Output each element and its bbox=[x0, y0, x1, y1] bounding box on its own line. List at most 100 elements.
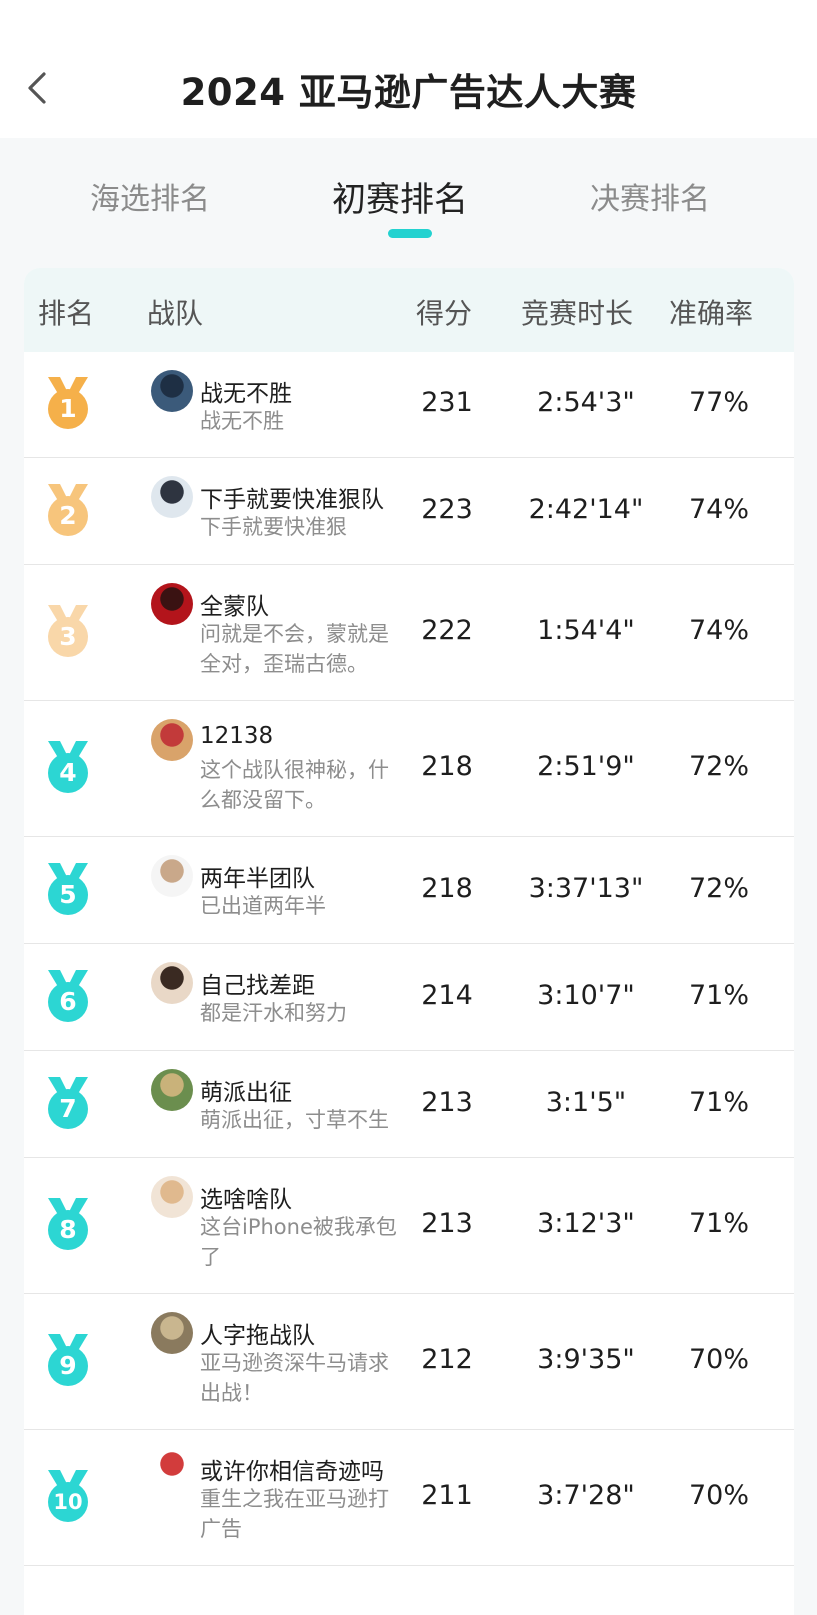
rank-number: 9 bbox=[59, 1351, 77, 1380]
team-accuracy: 71% bbox=[688, 1086, 749, 1118]
column-header-score: 得分 bbox=[416, 297, 473, 330]
column-header-accuracy: 准确率 bbox=[669, 297, 754, 330]
table-row[interactable]: 10 或许你相信奇迹吗 重生之我在亚马逊打广告 211 3:7'28" 70% bbox=[24, 1430, 794, 1566]
rank-number: 1 bbox=[59, 394, 77, 423]
team-accuracy: 74% bbox=[688, 493, 749, 525]
table-row[interactable]: 2 下手就要快准狠队 下手就要快准狠 223 2:42'14" 74% bbox=[24, 458, 794, 565]
medal-icon: 4 bbox=[46, 739, 90, 795]
team-duration: 2:42'14" bbox=[528, 493, 644, 525]
avatar bbox=[151, 370, 193, 412]
medal-icon: 3 bbox=[46, 603, 90, 659]
tab-preliminary-ranking[interactable]: 初赛排名 bbox=[332, 172, 468, 221]
tab-bar: 海选排名 初赛排名 决赛排名 bbox=[24, 138, 794, 268]
team-accuracy: 71% bbox=[688, 979, 749, 1011]
medal-icon: 8 bbox=[46, 1196, 90, 1252]
page-title: 2024 亚马逊广告达人大赛 bbox=[180, 71, 637, 114]
medal-icon: 6 bbox=[46, 968, 90, 1024]
team-score: 213 bbox=[421, 1208, 473, 1239]
team-score: 214 bbox=[421, 979, 473, 1011]
rank-number: 6 bbox=[59, 986, 77, 1016]
table-row[interactable]: 1 战无不胜 战无不胜 231 2:54'3" 77% bbox=[24, 352, 794, 458]
avatar bbox=[151, 1312, 193, 1354]
table-row[interactable]: 4 12138 这个战队很神秘，什么都没留下。 218 2:51'9" 72% bbox=[24, 701, 794, 837]
table-row[interactable]: 8 选啥啥队 这台iPhone被我承包了 213 3:12'3" 71% bbox=[24, 1158, 794, 1294]
team-score: 211 bbox=[421, 1480, 473, 1511]
team-name: 选啥啥队 bbox=[200, 1187, 292, 1213]
medal-icon: 7 bbox=[46, 1075, 90, 1131]
team-name: 自己找差距 bbox=[200, 973, 315, 999]
team-accuracy: 70% bbox=[688, 1480, 749, 1511]
team-description: 重生之我在亚马逊打广告 bbox=[200, 1487, 389, 1541]
active-tab-indicator bbox=[388, 229, 432, 238]
team-duration: 2:54'3" bbox=[537, 387, 635, 418]
rank-number: 7 bbox=[59, 1093, 77, 1123]
rank-number: 4 bbox=[59, 758, 77, 787]
table-row[interactable]: 5 两年半团队 已出道两年半 218 3:37'13" 72% bbox=[24, 837, 794, 944]
table-row[interactable]: 6 自己找差距 都是汗水和努力 214 3:10'7" 71% bbox=[24, 944, 794, 1051]
team-description: 已出道两年半 bbox=[200, 894, 326, 918]
team-accuracy: 77% bbox=[688, 387, 749, 418]
avatar bbox=[151, 1448, 193, 1490]
team-description: 亚马逊资深牛马请求出战！ bbox=[200, 1351, 389, 1405]
tab-final-ranking[interactable]: 决赛排名 bbox=[590, 174, 710, 218]
team-duration: 1:54'4" bbox=[537, 615, 635, 646]
team-name: 下手就要快准狠队 bbox=[200, 487, 384, 513]
team-description: 这台iPhone被我承包了 bbox=[200, 1215, 397, 1269]
table-row[interactable]: 7 萌派出征 萌派出征，寸草不生 213 3:1'5" 71% bbox=[24, 1051, 794, 1158]
table-row[interactable]: 9 人字拖战队 亚马逊资深牛马请求出战！ 212 3:9'35" 70% bbox=[24, 1294, 794, 1430]
team-description: 都是汗水和努力 bbox=[200, 1001, 347, 1025]
ranking-table: 排名 战队 得分 竞赛时长 准确率 1 战无不胜 战无不胜 231 2:54'3" 77%… bbox=[24, 268, 794, 1615]
team-description: 这个战队很神秘，什么都没留下。 bbox=[200, 758, 389, 812]
content-area: 海选排名 初赛排名 决赛排名 排名 战队 得分 竞赛时长 准确率 1 战无不胜 战无… bbox=[0, 138, 817, 1615]
team-description: 问就是不会，蒙就是全对，歪瑞古德。 bbox=[200, 622, 389, 676]
team-duration: 3:7'28" bbox=[537, 1480, 635, 1511]
column-header-duration: 竞赛时长 bbox=[521, 297, 634, 330]
avatar bbox=[151, 719, 193, 761]
column-header-team: 战队 bbox=[147, 297, 204, 330]
medal-icon: 2 bbox=[46, 482, 90, 538]
team-accuracy: 72% bbox=[688, 872, 749, 904]
team-name: 萌派出征 bbox=[200, 1080, 292, 1106]
team-description: 战无不胜 bbox=[200, 409, 284, 433]
tab-audition-ranking[interactable]: 海选排名 bbox=[90, 174, 210, 218]
team-accuracy: 71% bbox=[688, 1208, 749, 1239]
team-score: 213 bbox=[421, 1086, 473, 1118]
rank-number: 8 bbox=[59, 1215, 77, 1244]
team-duration: 2:51'9" bbox=[537, 751, 635, 782]
team-duration: 3:9'35" bbox=[537, 1344, 635, 1375]
team-name: 战无不胜 bbox=[200, 381, 292, 407]
table-row[interactable]: 3 全蒙队 问就是不会，蒙就是全对，歪瑞古德。 222 1:54'4" 74% bbox=[24, 565, 794, 701]
team-name: 或许你相信奇迹吗 bbox=[200, 1459, 384, 1485]
team-description: 下手就要快准狠 bbox=[200, 515, 347, 539]
team-accuracy: 72% bbox=[688, 751, 749, 782]
avatar bbox=[151, 476, 193, 518]
medal-icon: 1 bbox=[46, 375, 90, 431]
avatar bbox=[151, 1069, 193, 1111]
avatar bbox=[151, 855, 193, 897]
team-name: 12138 bbox=[200, 723, 274, 749]
team-description: 萌派出征，寸草不生 bbox=[200, 1108, 389, 1132]
avatar bbox=[151, 962, 193, 1004]
app-header: 2024 亚马逊广告达人大赛 bbox=[0, 0, 817, 138]
team-duration: 3:37'13" bbox=[528, 872, 644, 904]
team-score: 223 bbox=[421, 493, 473, 525]
medal-icon: 5 bbox=[46, 861, 90, 917]
rank-number: 3 bbox=[59, 622, 77, 651]
avatar bbox=[151, 1176, 193, 1218]
rank-number: 10 bbox=[53, 1490, 83, 1514]
table-header: 排名 战队 得分 竞赛时长 准确率 bbox=[24, 268, 794, 352]
rank-number: 5 bbox=[59, 879, 77, 909]
team-duration: 3:10'7" bbox=[537, 979, 635, 1011]
medal-icon: 10 bbox=[46, 1468, 90, 1524]
team-duration: 3:12'3" bbox=[537, 1208, 635, 1239]
team-score: 222 bbox=[421, 615, 473, 646]
team-score: 212 bbox=[421, 1344, 473, 1375]
team-name: 两年半团队 bbox=[200, 866, 315, 892]
avatar bbox=[151, 583, 193, 625]
team-name: 人字拖战队 bbox=[200, 1323, 315, 1349]
team-score: 231 bbox=[421, 387, 473, 418]
team-accuracy: 70% bbox=[688, 1344, 749, 1375]
team-accuracy: 74% bbox=[688, 615, 749, 646]
medal-icon: 9 bbox=[46, 1332, 90, 1388]
team-score: 218 bbox=[421, 872, 473, 904]
